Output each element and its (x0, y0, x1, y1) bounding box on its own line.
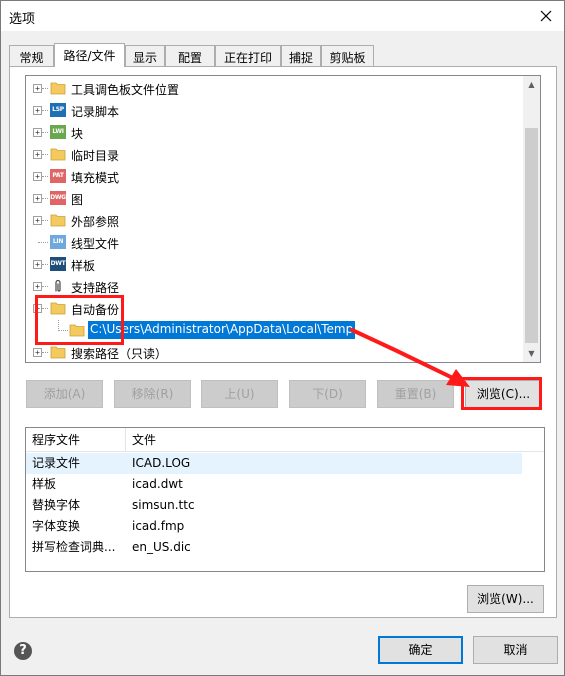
tree-item-block[interactable]: + LWI 块 (26, 122, 526, 144)
tree-item-support-path[interactable]: + 支持路径 (26, 276, 526, 298)
folder-icon (50, 346, 66, 359)
expand-icon[interactable]: + (33, 194, 42, 203)
folder-icon (50, 302, 66, 315)
list-item[interactable]: 字体变换 icad.fmp (26, 516, 522, 537)
tree-item-drawing[interactable]: + DWG 图 (26, 188, 526, 210)
folder-icon (69, 324, 85, 337)
lin-file-icon: LIN (50, 235, 66, 249)
options-dialog: 选项 常规 路径/文件 显示 配置 正在打印 捕捉 剪贴板 + 工具调色板文件位… (0, 0, 565, 676)
help-icon[interactable]: ? (14, 642, 32, 660)
up-button[interactable]: 上(U) (201, 380, 278, 408)
expand-icon[interactable]: + (33, 260, 42, 269)
dialog-button-bar: ? 确定 取消 (1, 623, 564, 675)
lsp-file-icon: LSP (50, 103, 66, 117)
browse-c-button[interactable]: 浏览(C)... (465, 380, 542, 408)
tree-item-template[interactable]: + DWT 样板 (26, 254, 526, 276)
program-files-list[interactable]: 程序文件 文件 记录文件 ICAD.LOG 样板 icad.dwt 替换字体 s… (25, 427, 545, 572)
expand-icon[interactable]: + (33, 282, 42, 291)
tree-scrollbar[interactable]: ▲ ▼ (523, 76, 540, 362)
paths-files-panel: + 工具调色板文件位置 + LSP 记录脚本 + LWI 块 + 临时目录 + (9, 66, 557, 618)
down-button[interactable]: 下(D) (289, 380, 366, 408)
reset-button[interactable]: 重置(B) (377, 380, 454, 408)
tab-paths-files[interactable]: 路径/文件 (54, 43, 125, 67)
list-item[interactable]: 样板 icad.dwt (26, 474, 522, 495)
remove-button[interactable]: 移除(R) (114, 380, 191, 408)
folder-icon (50, 148, 66, 161)
dwg-file-icon: DWG (50, 191, 66, 205)
expand-icon[interactable]: + (33, 84, 42, 93)
list-header: 程序文件 文件 (26, 428, 544, 452)
dialog-title: 选项 (9, 12, 36, 27)
list-item[interactable]: 拼写检查词典... en_US.dic (26, 537, 522, 558)
dwt-file-icon: DWT (50, 257, 66, 271)
tree-item-auto-backup[interactable]: − 自动备份 (26, 298, 526, 320)
expand-icon[interactable]: + (33, 106, 42, 115)
list-item[interactable]: 替换字体 simsun.ttc (26, 495, 522, 516)
cancel-button[interactable]: 取消 (473, 636, 558, 664)
close-icon (540, 10, 552, 22)
paperclip-icon (55, 279, 61, 292)
tree-item-backup-path[interactable]: C:\Users\Administrator\AppData\Local\Tem… (26, 320, 526, 342)
close-button[interactable] (534, 4, 558, 28)
lwi-file-icon: LWI (50, 125, 66, 139)
ok-button[interactable]: 确定 (378, 636, 463, 664)
tree-item-temp-dir[interactable]: + 临时目录 (26, 144, 526, 166)
expand-icon[interactable]: + (33, 150, 42, 159)
tab-printing[interactable]: 正在打印 (215, 45, 281, 66)
tab-profiles[interactable]: 配置 (165, 45, 215, 66)
tab-snap[interactable]: 捕捉 (281, 45, 321, 66)
folder-icon (50, 214, 66, 227)
tree-item-xref[interactable]: + 外部参照 (26, 210, 526, 232)
tab-clipboard[interactable]: 剪贴板 (321, 45, 374, 66)
tree-item-record-script[interactable]: + LSP 记录脚本 (26, 100, 526, 122)
column-header-program-file[interactable]: 程序文件 (26, 428, 126, 452)
browse-w-button[interactable]: 浏览(W)... (467, 585, 544, 613)
scroll-up-icon[interactable]: ▲ (523, 76, 540, 93)
expand-icon[interactable]: + (33, 172, 42, 181)
expand-icon[interactable]: + (33, 348, 42, 357)
scroll-down-icon[interactable]: ▼ (523, 345, 540, 362)
tree-item-linetype[interactable]: LIN 线型文件 (26, 232, 526, 254)
expand-icon[interactable]: + (33, 216, 42, 225)
scroll-thumb[interactable] (525, 128, 538, 343)
title-bar: 选项 (1, 1, 564, 31)
list-item[interactable]: 记录文件 ICAD.LOG (26, 453, 522, 474)
add-button[interactable]: 添加(A) (26, 380, 103, 408)
selected-backup-path[interactable]: C:\Users\Administrator\AppData\Local\Tem… (88, 321, 356, 339)
column-header-file[interactable]: 文件 (126, 428, 522, 452)
tab-general[interactable]: 常规 (9, 45, 54, 66)
expand-icon[interactable]: + (33, 128, 42, 137)
pat-file-icon: PAT (50, 169, 66, 183)
paths-tree[interactable]: + 工具调色板文件位置 + LSP 记录脚本 + LWI 块 + 临时目录 + (25, 75, 541, 363)
collapse-icon[interactable]: − (33, 304, 42, 313)
tree-item-search-path[interactable]: + 搜索路径（只读） (26, 342, 526, 362)
tree-item-hatch-pattern[interactable]: + PAT 填充模式 (26, 166, 526, 188)
tree-item-tool-palettes[interactable]: + 工具调色板文件位置 (26, 78, 526, 100)
tab-display[interactable]: 显示 (125, 45, 165, 66)
folder-icon (50, 82, 66, 95)
